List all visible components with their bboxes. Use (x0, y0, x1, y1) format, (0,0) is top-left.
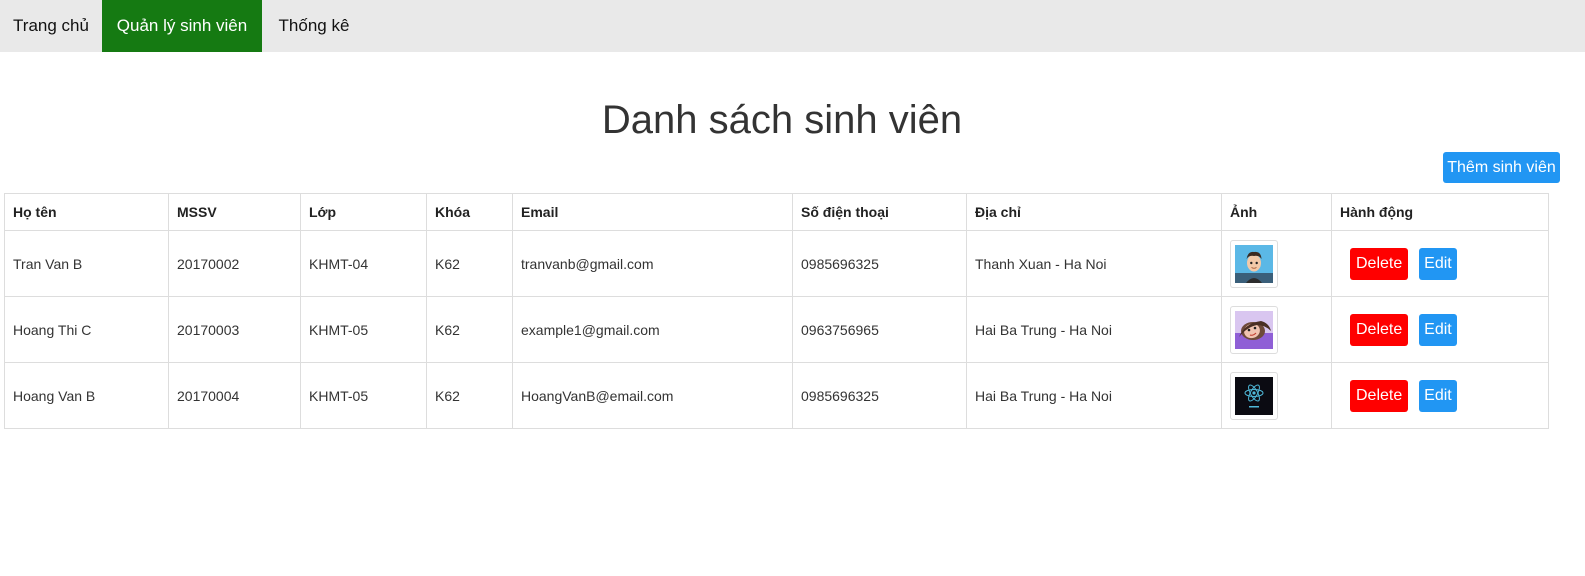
avatar-cartoon-man-icon (1230, 239, 1278, 288)
cell-class: KHMT-05 (300, 296, 427, 363)
nav-item-student-management[interactable]: Quản lý sinh viên (102, 0, 262, 52)
delete-button[interactable]: Delete (1350, 313, 1409, 346)
edit-button[interactable]: Edit (1419, 379, 1457, 412)
header-photo: Ảnh (1221, 193, 1332, 231)
header-name: Họ tên (4, 193, 169, 231)
nav-item-home[interactable]: Trang chủ (0, 0, 102, 52)
students-table: Họ tên MSSV Lớp Khóa Email Số điện thoại… (4, 193, 1549, 429)
delete-button[interactable]: Delete (1350, 379, 1409, 412)
cell-name: Hoang Van B (4, 362, 169, 429)
cell-mssv: 20170002 (168, 230, 301, 297)
cell-phone: 0985696325 (792, 230, 967, 297)
cell-email: tranvanb@gmail.com (512, 230, 793, 297)
cell-mssv: 20170003 (168, 296, 301, 363)
cell-phone: 0985696325 (792, 362, 967, 429)
cell-course: K62 (426, 296, 513, 363)
table-row: Tran Van B 20170002 KHMT-04 K62 tranvanb… (4, 230, 1549, 297)
react-logo-icon (1230, 371, 1278, 420)
table-row: Hoang Van B 20170004 KHMT-05 K62 HoangVa… (4, 362, 1549, 429)
header-actions: Hành động (1331, 193, 1549, 231)
delete-button[interactable]: Delete (1350, 247, 1409, 280)
cell-phone: 0963756965 (792, 296, 967, 363)
table-header-row: Họ tên MSSV Lớp Khóa Email Số điện thoại… (4, 193, 1549, 231)
cell-actions: Delete Edit (1331, 230, 1549, 297)
header-mssv: MSSV (168, 193, 301, 231)
cell-address: Thanh Xuan - Ha Noi (966, 230, 1222, 297)
cell-email: example1@gmail.com (512, 296, 793, 363)
cell-mssv: 20170004 (168, 362, 301, 429)
header-course: Khóa (426, 193, 513, 231)
cell-actions: Delete Edit (1331, 362, 1549, 429)
cell-email: HoangVanB@email.com (512, 362, 793, 429)
cell-name: Hoang Thi C (4, 296, 169, 363)
add-student-button[interactable]: Thêm sinh viên (1443, 152, 1560, 183)
top-navbar: Trang chủ Quản lý sinh viên Thống kê (0, 0, 1585, 52)
header-class: Lớp (300, 193, 427, 231)
header-phone: Số điện thoại (792, 193, 967, 231)
edit-button[interactable]: Edit (1419, 313, 1457, 346)
edit-button[interactable]: Edit (1419, 247, 1457, 280)
avatar-cartoon-woman-icon (1230, 305, 1278, 354)
cell-class: KHMT-04 (300, 230, 427, 297)
cell-photo (1221, 362, 1332, 429)
cell-name: Tran Van B (4, 230, 169, 297)
cell-photo (1221, 296, 1332, 363)
table-row: Hoang Thi C 20170003 KHMT-05 K62 example… (4, 296, 1549, 363)
nav-item-statistics[interactable]: Thống kê (262, 0, 366, 52)
cell-actions: Delete Edit (1331, 296, 1549, 363)
cell-class: KHMT-05 (300, 362, 427, 429)
header-email: Email (512, 193, 793, 231)
page-title: Danh sách sinh viên (601, 98, 963, 142)
cell-address: Hai Ba Trung - Ha Noi (966, 362, 1222, 429)
header-address: Địa chỉ (966, 193, 1222, 231)
cell-photo (1221, 230, 1332, 297)
cell-course: K62 (426, 362, 513, 429)
cell-address: Hai Ba Trung - Ha Noi (966, 296, 1222, 363)
cell-course: K62 (426, 230, 513, 297)
